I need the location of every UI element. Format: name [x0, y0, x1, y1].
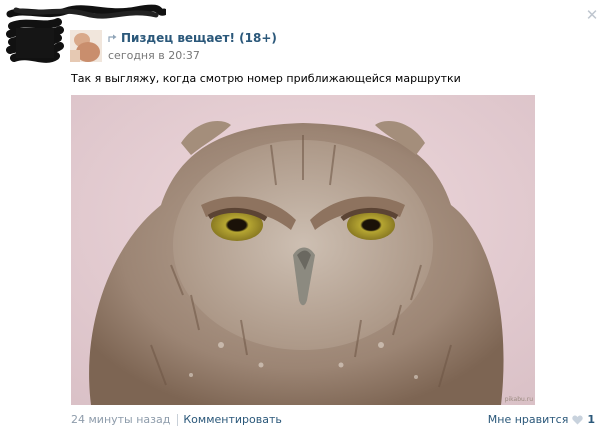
- close-icon[interactable]: ✕: [585, 8, 599, 23]
- footer-divider: [177, 413, 179, 426]
- owl-photo: [71, 95, 535, 405]
- group-line: Пиздец вещает! (18+): [108, 30, 277, 46]
- photo-watermark: pikabu.ru: [504, 396, 533, 403]
- like-label[interactable]: Мне нравится: [488, 413, 569, 426]
- share-arrow-icon: [108, 34, 117, 42]
- group-avatar[interactable]: [70, 30, 102, 62]
- heart-icon: [572, 415, 584, 424]
- like-count: 1: [587, 413, 595, 426]
- post-text: Так я выгляжу, когда смотрю номер прибли…: [71, 72, 461, 85]
- post-footer-left: 24 минуты назад Комментировать: [71, 413, 282, 426]
- post-time[interactable]: сегодня в 20:37: [108, 49, 200, 62]
- redacted-author-avatar: [6, 18, 64, 63]
- post-photo[interactable]: pikabu.ru: [71, 95, 535, 405]
- group-name-link[interactable]: Пиздец вещает! (18+): [121, 31, 277, 45]
- like-button[interactable]: Мне нравится 1: [488, 413, 595, 426]
- group-avatar-image: [70, 30, 102, 62]
- post-age[interactable]: 24 минуты назад: [71, 413, 170, 426]
- comment-link[interactable]: Комментировать: [183, 413, 281, 426]
